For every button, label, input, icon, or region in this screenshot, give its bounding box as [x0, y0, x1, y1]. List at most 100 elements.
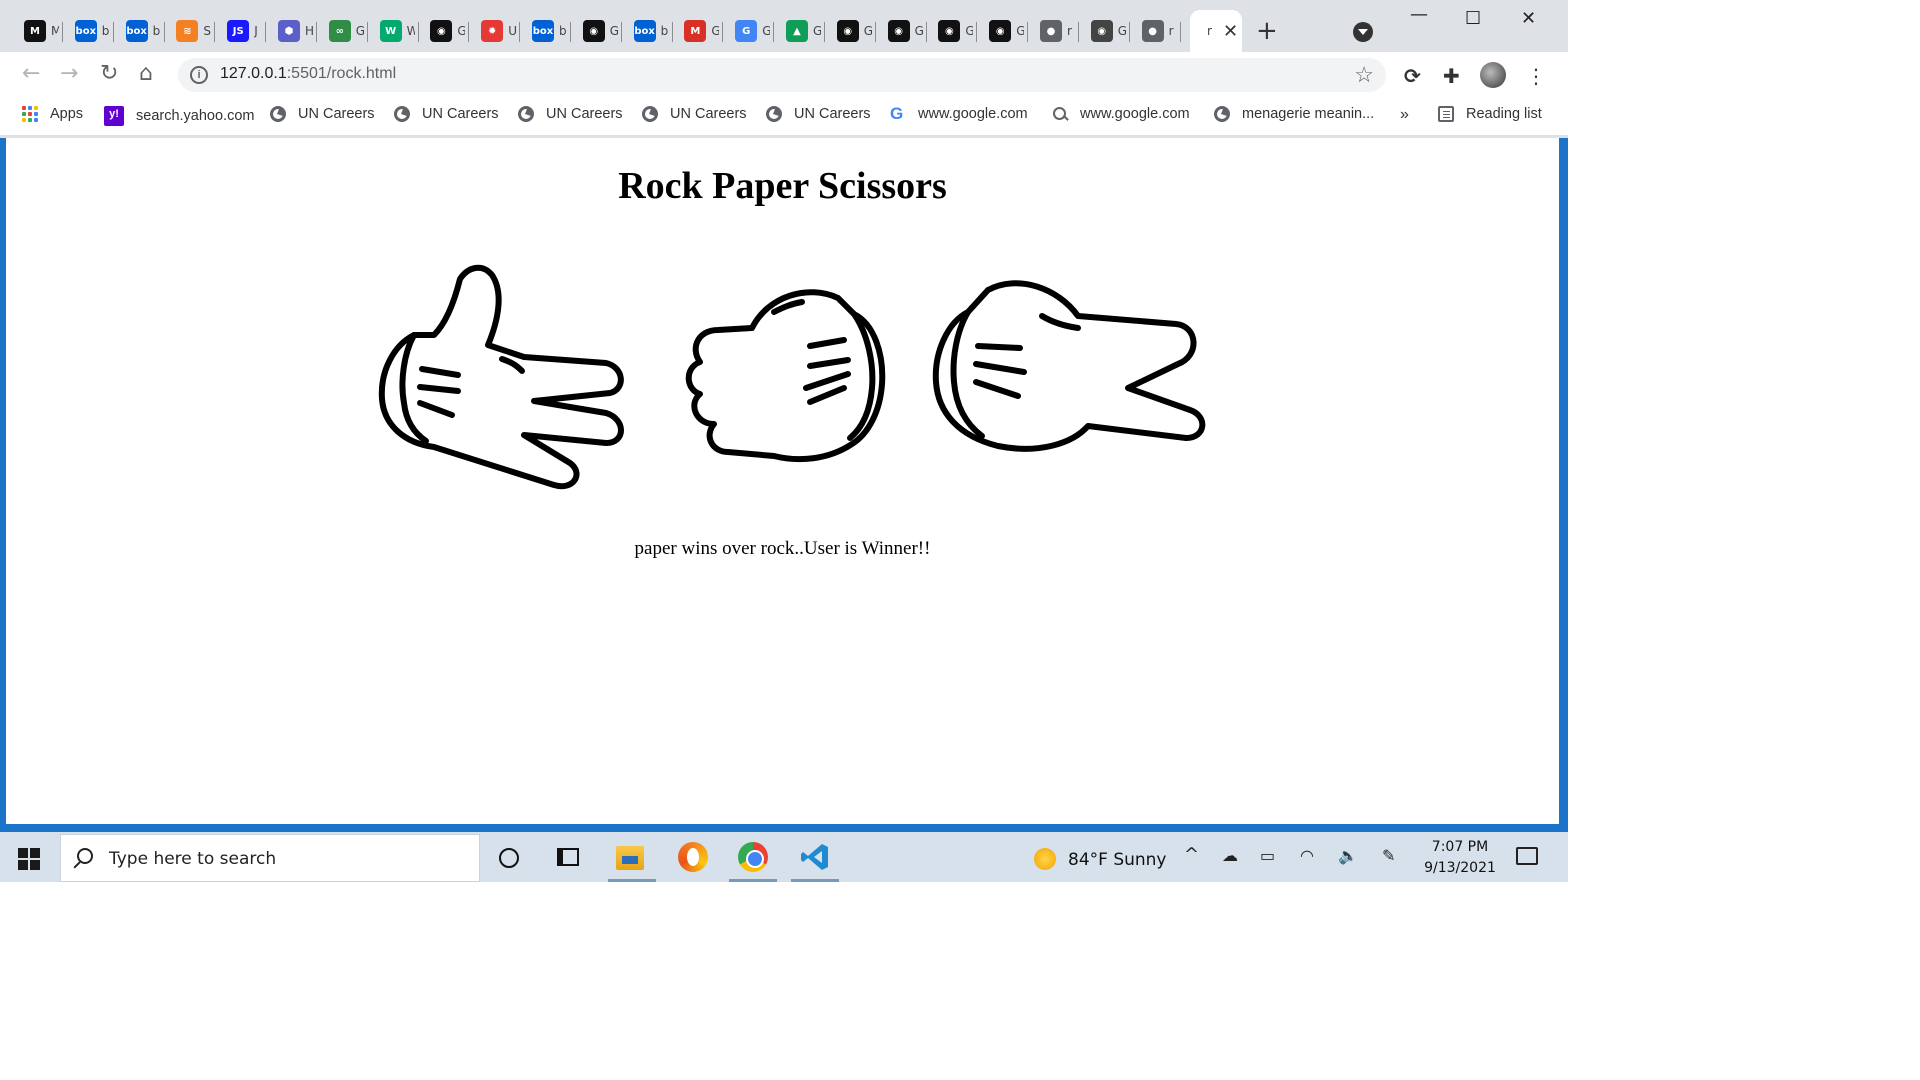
- globe-icon: ●: [1141, 20, 1164, 42]
- notifications-icon[interactable]: [1516, 847, 1538, 865]
- tab[interactable]: ▲ G: [774, 10, 825, 52]
- tab[interactable]: box b: [622, 10, 673, 52]
- vscode-icon[interactable]: [800, 842, 830, 872]
- bookmark-label: UN Careers: [422, 106, 499, 122]
- tab-title: J: [254, 24, 258, 38]
- google-drive-icon: ▲: [786, 20, 808, 42]
- reading-list-button[interactable]: Reading list: [1438, 106, 1542, 122]
- wifi-icon[interactable]: ◠: [1300, 846, 1314, 865]
- tab[interactable]: ◉ G: [977, 10, 1029, 52]
- pen-icon[interactable]: ✎: [1382, 846, 1395, 865]
- tab-title: G: [1117, 24, 1126, 38]
- scissors-hand-button[interactable]: [928, 276, 1212, 458]
- tab[interactable]: GG: [723, 10, 775, 52]
- paper-hand-button[interactable]: [374, 263, 634, 495]
- address-bar[interactable]: i 127.0.0.1:5501/rock.html ☆: [178, 58, 1386, 92]
- bookmark-star-icon[interactable]: ☆: [1354, 62, 1374, 88]
- github-icon: ◉: [582, 20, 605, 42]
- tab[interactable]: ⬢ H: [266, 10, 317, 52]
- tab[interactable]: ◉ G: [418, 10, 470, 52]
- search-icon: [77, 848, 93, 864]
- tab[interactable]: MM: [12, 10, 63, 52]
- window-close-button[interactable]: ✕: [1521, 8, 1536, 29]
- windows-start-button[interactable]: [18, 848, 40, 870]
- volume-icon[interactable]: 🔈: [1338, 846, 1358, 865]
- bookmark-item[interactable]: y! search.yahoo.com: [104, 106, 254, 126]
- bookmark-item[interactable]: UN Careers: [270, 106, 375, 122]
- tab[interactable]: MG: [672, 10, 724, 52]
- running-indicator: [791, 879, 839, 882]
- bookmark-item[interactable]: Apps: [22, 106, 83, 122]
- bookmarks-overflow-button[interactable]: »: [1400, 106, 1409, 124]
- menu-icon[interactable]: ⋮: [1526, 64, 1546, 88]
- result-message: paper wins over rock..User is Winner!!: [634, 538, 931, 559]
- clock[interactable]: 7:07 PM 9/13/2021: [1420, 837, 1500, 879]
- bookmark-item[interactable]: Gwww.google.com: [890, 105, 1028, 122]
- tab[interactable]: JS J: [215, 10, 267, 52]
- bookmark-label: www.google.com: [1080, 106, 1190, 122]
- tab[interactable]: ◉ G: [876, 10, 927, 52]
- tray-chevron-icon[interactable]: ^: [1184, 844, 1199, 865]
- tab[interactable]: ● r: [1028, 10, 1079, 52]
- github-icon: ◉: [1090, 20, 1113, 42]
- tab-title: G: [813, 24, 821, 38]
- tab[interactable]: ◉ G: [926, 10, 978, 52]
- site-info-icon[interactable]: i: [190, 66, 208, 84]
- home-button[interactable]: ⌂: [139, 62, 153, 86]
- profile-avatar[interactable]: [1480, 62, 1506, 88]
- search-placeholder: Type here to search: [109, 849, 277, 869]
- minimize-button[interactable]: —: [1410, 4, 1428, 25]
- tab[interactable]: box b: [520, 10, 571, 52]
- task-view-icon[interactable]: [557, 848, 579, 866]
- taskbar-search-input[interactable]: Type here to search: [60, 834, 480, 882]
- tab[interactable]: ✹ U: [469, 10, 521, 52]
- back-button[interactable]: ←: [22, 62, 40, 86]
- bookmark-item[interactable]: UN Careers: [766, 106, 871, 122]
- page-content: Rock Paper Scissors paper wins over rock…: [6, 138, 1559, 824]
- tab-active[interactable]: r ✕: [1190, 10, 1242, 52]
- tab[interactable]: ◉ G: [1079, 10, 1130, 52]
- bookmark-item[interactable]: www.google.com: [1052, 106, 1190, 122]
- box-icon: box: [74, 20, 97, 42]
- weather-text[interactable]: 84°F Sunny: [1068, 850, 1167, 870]
- extensions-icon[interactable]: ✚: [1443, 64, 1460, 88]
- maximize-button[interactable]: ☐: [1465, 8, 1481, 29]
- close-tab-icon[interactable]: ✕: [1223, 21, 1238, 42]
- url-text[interactable]: 127.0.0.1:5501/rock.html: [220, 65, 396, 83]
- bookmark-item[interactable]: UN Careers: [642, 106, 747, 122]
- tab-separator: [976, 22, 978, 42]
- tab[interactable]: box b: [63, 10, 114, 52]
- weather-sun-icon[interactable]: [1034, 848, 1056, 870]
- tab-separator: [620, 22, 622, 42]
- browser-window: ● r ◉ G ● r ◉ G ◉ G ◉ G ◉ G ▲ G G G M Gbox b ◉ Gbox b ✹ U ◉ G W W ∞ G ⬢ H…: [0, 0, 1568, 138]
- reload-button[interactable]: ↻: [100, 62, 118, 86]
- app-shortcut-icon[interactable]: [678, 842, 708, 872]
- globe-icon: [394, 106, 410, 122]
- tab[interactable]: ≋ S: [164, 10, 216, 52]
- chrome-icon[interactable]: [738, 842, 768, 872]
- globe-icon: [518, 106, 534, 122]
- battery-icon[interactable]: ▭: [1260, 846, 1275, 865]
- chevron-double-right-icon: »: [1400, 106, 1409, 123]
- tab-search-icon[interactable]: [1353, 22, 1373, 42]
- tab[interactable]: ◉ G: [571, 10, 622, 52]
- onedrive-icon[interactable]: ☁: [1222, 846, 1238, 865]
- rock-hand-button[interactable]: [678, 284, 892, 464]
- file-explorer-icon[interactable]: [616, 846, 644, 870]
- bookmark-item[interactable]: UN Careers: [518, 106, 623, 122]
- tab[interactable]: ◉ G: [825, 10, 876, 52]
- tab-separator: [874, 22, 876, 42]
- forward-button[interactable]: →: [60, 62, 78, 86]
- tab[interactable]: ● r: [1130, 10, 1181, 52]
- desktop-edge: [0, 824, 1568, 832]
- bookmark-item[interactable]: UN Careers: [394, 106, 499, 122]
- tab-separator: [163, 22, 165, 42]
- sync-icon[interactable]: ⟳: [1404, 64, 1421, 88]
- cortana-icon[interactable]: [499, 848, 519, 868]
- new-tab-button[interactable]: +: [1256, 18, 1278, 44]
- tab[interactable]: WW: [368, 10, 419, 52]
- tab-title: b: [152, 24, 161, 38]
- bookmark-item[interactable]: menagerie meanin...: [1214, 106, 1374, 122]
- tab[interactable]: box b: [114, 10, 165, 52]
- tab[interactable]: ∞ G: [317, 10, 368, 52]
